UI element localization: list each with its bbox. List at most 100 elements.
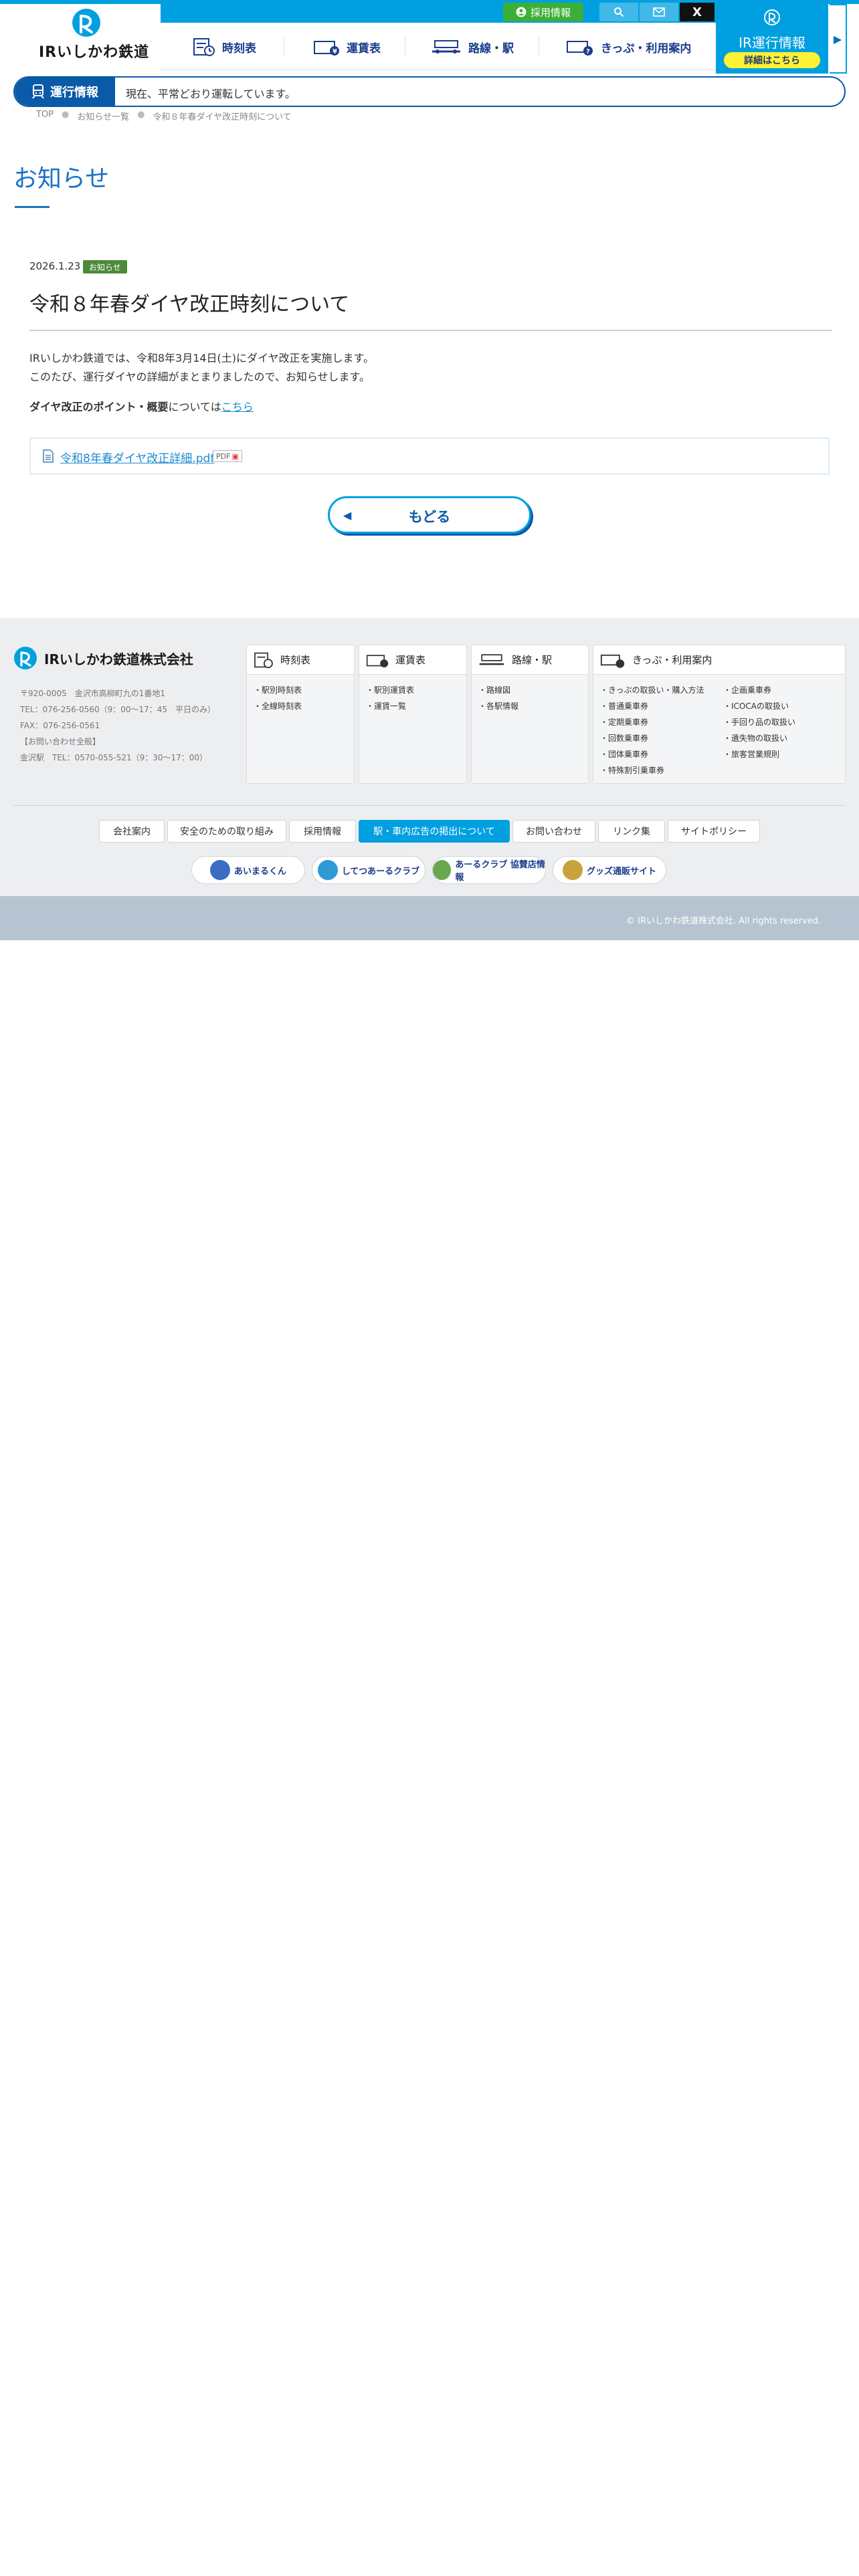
footer-col-body: ・駅別運賃表 ・運賃一覧 bbox=[359, 675, 466, 783]
footer-col-title: 路線・駅 bbox=[512, 654, 553, 666]
x-icon: X bbox=[692, 5, 702, 19]
nav-timetable-label: 時刻表 bbox=[222, 41, 256, 56]
timetable-icon bbox=[254, 652, 273, 668]
logo-mark-icon bbox=[72, 9, 100, 37]
banner-sponsor[interactable]: あーるクラブ 協賛店情報 bbox=[432, 856, 546, 884]
footer-link[interactable]: ・全線時刻表 bbox=[254, 700, 302, 712]
footer-link[interactable]: ・回数乗車券 bbox=[600, 732, 648, 744]
nav-timetable[interactable]: 時刻表 bbox=[193, 33, 256, 60]
footer-col-timetable: 時刻表 ・駅別時刻表 ・全線時刻表 bbox=[246, 645, 355, 784]
body-paragraph-3: ダイヤ改正のポイント・概要についてはこちら bbox=[29, 398, 254, 414]
footer-link[interactable]: ・企画乗車券 bbox=[723, 684, 771, 695]
footer-divider bbox=[13, 805, 846, 806]
footer-link[interactable]: ・駅別運賃表 bbox=[366, 684, 414, 695]
breadcrumb-separator: ● bbox=[62, 110, 70, 120]
breadcrumb-current: 令和８年春ダイヤ改正時刻について bbox=[153, 112, 292, 122]
footer-tel: TEL：076-256-0560（9：00〜17：45 平日のみ） bbox=[20, 705, 216, 714]
footer-link[interactable]: ・運賃一覧 bbox=[366, 700, 406, 712]
post-date: 2026.1.23 bbox=[29, 260, 81, 272]
footer-link[interactable]: ・きっぷの取扱い・購入方法 bbox=[600, 684, 704, 695]
back-button[interactable]: ◀ もどる bbox=[328, 496, 531, 534]
footer-link-links[interactable]: リンク集 bbox=[598, 820, 665, 843]
footer-link-advertising[interactable]: 駅・車内広告の掲出について bbox=[359, 820, 510, 843]
footer-link[interactable]: ・団体乗車券 bbox=[600, 748, 648, 760]
footer-link-company[interactable]: 会社案内 bbox=[99, 820, 165, 843]
mascot-icon bbox=[209, 860, 230, 880]
timetable-icon bbox=[193, 38, 215, 56]
footer-link[interactable]: ・駅別時刻表 bbox=[254, 684, 302, 695]
footer-link[interactable]: ・遺失物の取扱い bbox=[723, 732, 787, 744]
footer-link[interactable]: ・各駅情報 bbox=[478, 700, 518, 712]
nav-fares[interactable]: ¥ 運賃表 bbox=[313, 33, 381, 60]
footer-inquiry-heading: 【お問い合わせ全般】 bbox=[20, 737, 101, 746]
status-message: 現在、平常どおり運転しています。 bbox=[126, 88, 296, 100]
footer-col-body: ・きっぷの取扱い・購入方法 ・普通乗車券 ・定期乗車券 ・回数乗車券 ・団体乗車… bbox=[593, 675, 845, 783]
header-bottom-line bbox=[161, 69, 716, 70]
train-icon bbox=[32, 84, 44, 99]
recruit-button[interactable]: 採用情報 bbox=[503, 3, 583, 21]
footer-link-recruit[interactable]: 採用情報 bbox=[289, 820, 356, 843]
banner-r-club[interactable]: してつあーるクラブ bbox=[312, 856, 425, 884]
fare-ticket-icon: ¥ bbox=[314, 41, 339, 56]
pdf-download-link[interactable]: 令和8年春ダイヤ改正詳細.pdf bbox=[60, 449, 214, 465]
ir-operation-info-panel[interactable]: IR運行情報 詳細はこちら bbox=[716, 4, 828, 74]
footer-link[interactable]: ・路線図 bbox=[478, 684, 510, 695]
pdf-badge-text: PDF bbox=[216, 451, 231, 461]
footer-logo-icon bbox=[14, 647, 37, 669]
footer-link[interactable]: ・ICOCAの取扱い bbox=[723, 700, 789, 712]
operation-status-bar[interactable]: 運行情報 現在、平常どおり運転しています。 bbox=[13, 76, 846, 107]
route-map-icon bbox=[432, 40, 460, 53]
back-button-label: もどる bbox=[408, 509, 451, 525]
nav-tickets-guide[interactable]: ? きっぷ・利用案内 bbox=[566, 33, 691, 60]
search-icon bbox=[614, 7, 624, 17]
x-social-button[interactable]: X bbox=[680, 3, 714, 21]
footer-col-title: 運賃表 bbox=[395, 654, 426, 666]
footer-link-policy[interactable]: サイトポリシー bbox=[668, 820, 760, 843]
footer-link[interactable]: ・定期乗車券 bbox=[600, 716, 648, 728]
banner-goods-text: グッズ通販サイト bbox=[586, 866, 656, 877]
footer-link[interactable]: ・普通乗車券 bbox=[600, 700, 648, 712]
ir-info-title: IR運行情報 bbox=[739, 35, 805, 51]
footer-col-header[interactable]: 路線・駅 bbox=[472, 645, 588, 675]
attachment-box: 令和8年春ダイヤ改正詳細.pdf PDF ▣ bbox=[29, 437, 830, 475]
ticket-guide-icon: ? bbox=[567, 41, 593, 56]
footer-company-name: IRいしかわ鉄道株式会社 bbox=[44, 651, 193, 667]
breadcrumb: TOP ● お知らせ一覧 ● 令和８年春ダイヤ改正時刻について bbox=[36, 110, 292, 122]
footer-link[interactable]: ・特殊割引乗車券 bbox=[600, 764, 664, 776]
footer-link[interactable]: ・旅客営業規則 bbox=[723, 748, 779, 760]
ir-panel-arrow[interactable]: ▶ bbox=[830, 4, 847, 74]
banner-aimaru[interactable]: あいまるくん bbox=[191, 856, 305, 884]
breadcrumb-top[interactable]: TOP bbox=[36, 110, 54, 122]
category-badge: お知らせ bbox=[83, 260, 127, 274]
body-paragraph-2: このたび、運行ダイヤの詳細がまとまりましたので、お知らせします。 bbox=[29, 370, 370, 383]
footer-col-header[interactable]: きっぷ・利用案内 bbox=[593, 645, 845, 675]
status-label-text: 運行情報 bbox=[50, 86, 98, 100]
breadcrumb-news-list[interactable]: お知らせ一覧 bbox=[77, 110, 129, 122]
triangle-right-icon: ▶ bbox=[833, 32, 842, 45]
ir-logo-icon bbox=[764, 9, 780, 25]
breadcrumb-separator: ● bbox=[137, 110, 145, 120]
footer-link-safety[interactable]: 安全のための取り組み bbox=[167, 820, 286, 843]
nav-routes-stations[interactable]: 路線・駅 bbox=[431, 33, 514, 60]
point-rest-text: については bbox=[168, 401, 221, 413]
search-button[interactable] bbox=[599, 3, 638, 21]
footer-link[interactable]: ・手回り品の取扱い bbox=[723, 716, 795, 728]
goods-icon bbox=[562, 860, 583, 880]
copyright-text: © IRいしかわ鉄道株式会社. All rights reserved. bbox=[626, 916, 822, 926]
footer-col-header[interactable]: 運賃表 bbox=[359, 645, 466, 675]
banner-goods[interactable]: グッズ通販サイト bbox=[553, 856, 666, 884]
footer-link-contact[interactable]: お問い合わせ bbox=[512, 820, 595, 843]
recruit-label: 採用情報 bbox=[530, 6, 571, 19]
ir-info-detail-pill[interactable]: 詳細はこちら bbox=[724, 52, 820, 68]
footer-fax: FAX：076-256-0561 bbox=[20, 721, 100, 730]
nav-tickets-label: きっぷ・利用案内 bbox=[601, 41, 692, 56]
pdf-file-icon: ▣ bbox=[231, 451, 239, 461]
footer-col-header[interactable]: 時刻表 bbox=[247, 645, 354, 675]
person-icon bbox=[516, 7, 527, 17]
route-map-icon bbox=[479, 653, 504, 665]
pdf-badge: PDF ▣ bbox=[213, 450, 242, 462]
banner-aimaru-text: あいまるくん bbox=[233, 866, 286, 877]
svg-text:¥: ¥ bbox=[332, 48, 337, 56]
mail-button[interactable] bbox=[640, 3, 678, 21]
point-link[interactable]: こちら bbox=[221, 401, 254, 413]
